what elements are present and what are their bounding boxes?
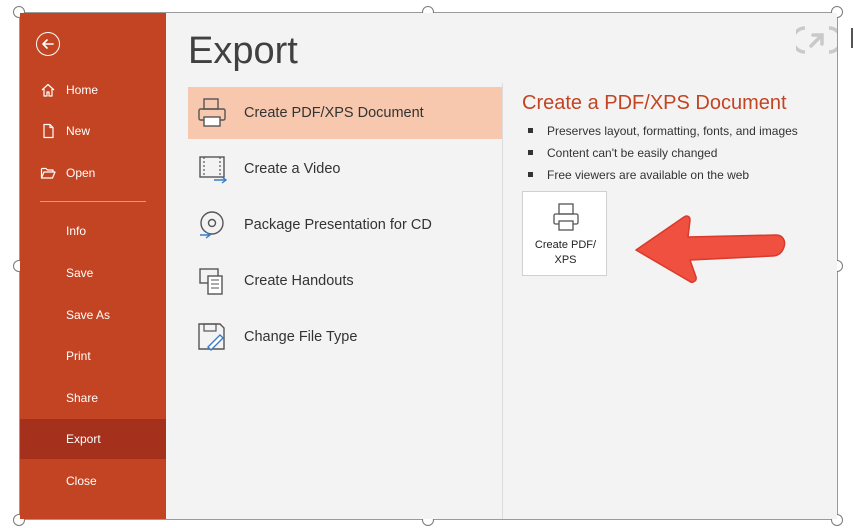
sidebar-item-print[interactable]: Print — [20, 336, 166, 376]
bullet-text: Content can't be easily changed — [547, 146, 718, 160]
sidebar-item-save[interactable]: Save — [20, 253, 166, 293]
option-label: Change File Type — [244, 329, 358, 345]
panel-separator — [502, 83, 503, 519]
sidebar-item-open[interactable]: Open — [20, 153, 166, 193]
bullet-mark — [528, 128, 533, 133]
screenshot-stage: Home New Open Info Save Save As Print Sh… — [0, 0, 854, 528]
sidebar-item-new[interactable]: New — [20, 111, 166, 151]
sidebar-item-save-as[interactable]: Save As — [20, 295, 166, 335]
bullet-mark — [528, 150, 533, 155]
sidebar-item-label: Share — [66, 391, 99, 405]
sidebar-item-label: Export — [66, 432, 101, 446]
option-label: Create Handouts — [244, 273, 354, 289]
sidebar-item-label: Open — [66, 166, 96, 180]
option-create-handouts[interactable]: Create Handouts — [188, 255, 502, 307]
sidebar-item-label: New — [66, 124, 91, 138]
back-arrow-icon — [42, 39, 54, 49]
sidebar-item-export[interactable]: Export — [20, 419, 166, 459]
sidebar-item-label: Info — [66, 224, 87, 238]
option-create-video[interactable]: Create a Video — [188, 143, 502, 195]
option-change-file-type[interactable]: Change File Type — [188, 311, 502, 363]
detail-bullet: Preserves layout, formatting, fonts, and… — [528, 123, 798, 145]
option-create-pdf-xps[interactable]: Create PDF/XPS Document — [188, 87, 502, 139]
detail-title: Create a PDF/XPS Document — [522, 92, 787, 114]
option-package-cd[interactable]: Package Presentation for CD — [188, 199, 502, 251]
backstage-sidebar: Home New Open Info Save Save As Print Sh… — [20, 13, 166, 519]
new-document-icon — [43, 123, 54, 139]
logo-icon — [796, 26, 837, 54]
export-backstage: Home New Open Info Save Save As Print Sh… — [20, 13, 837, 519]
button-label-line: XPS — [554, 254, 577, 266]
sidebar-item-label: Save As — [66, 308, 111, 322]
page-title: Export — [188, 30, 298, 72]
option-label: Package Presentation for CD — [244, 217, 432, 233]
detail-bullet: Free viewers are available on the web — [528, 167, 798, 189]
video-icon — [199, 156, 228, 184]
back-button[interactable] — [36, 32, 60, 56]
handouts-icon — [199, 268, 223, 295]
sidebar-item-label: Home — [66, 83, 99, 97]
bullet-text: Free viewers are available on the web — [547, 168, 750, 182]
cd-icon — [200, 211, 224, 239]
sidebar-divider — [40, 201, 146, 202]
sidebar-item-label: Print — [66, 349, 91, 363]
sidebar-item-home[interactable]: Home — [20, 70, 166, 110]
sidebar-item-info[interactable]: Info — [20, 211, 166, 251]
create-pdf-xps-button[interactable]: Create PDF/ XPS — [522, 191, 607, 276]
sidebar-item-close[interactable]: Close — [20, 461, 166, 501]
folder-open-icon — [40, 167, 56, 179]
pdf-document-icon — [198, 98, 226, 127]
pdf-document-icon — [553, 203, 579, 231]
sidebar-item-share[interactable]: Share — [20, 378, 166, 418]
annotation-arrow-icon — [635, 215, 786, 283]
button-label-line: Create PDF/ — [534, 239, 597, 251]
home-icon — [41, 83, 55, 97]
option-label: Create a Video — [244, 161, 341, 177]
detail-bullet: Content can't be easily changed — [528, 145, 798, 167]
bullet-mark — [528, 172, 533, 177]
sidebar-item-label: Close — [66, 474, 97, 488]
text-cursor — [851, 28, 853, 48]
bullet-text: Preserves layout, formatting, fonts, and… — [547, 124, 798, 138]
sidebar-item-label: Save — [66, 266, 94, 280]
change-file-type-icon — [198, 323, 225, 351]
option-label: Create PDF/XPS Document — [244, 105, 424, 121]
detail-bullet-list: Preserves layout, formatting, fonts, and… — [528, 123, 798, 189]
create-pdf-xps-button-label: Create PDF/ XPS — [523, 238, 608, 268]
